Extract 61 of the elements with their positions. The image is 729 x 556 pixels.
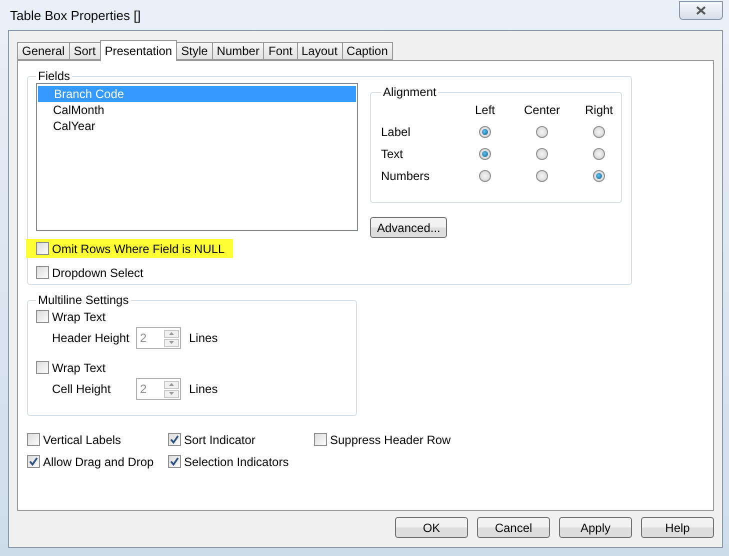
checkbox[interactable]	[27, 433, 40, 446]
checkbox-label: Dropdown Select	[52, 266, 144, 280]
list-item[interactable]: CalMonth	[38, 102, 356, 118]
checkbox-label: Allow Drag and Drop	[43, 454, 154, 468]
radio-button[interactable]	[479, 126, 491, 138]
close-icon	[696, 6, 706, 15]
unit-label: Lines	[189, 331, 218, 345]
fields-list[interactable]: Branch Code CalMonth CalYear	[36, 83, 358, 231]
radio-button[interactable]	[536, 126, 548, 138]
radio-button[interactable]	[479, 170, 491, 182]
column-label: Center	[522, 103, 562, 117]
tab[interactable]: Presentation	[100, 40, 178, 61]
row-label: Numbers	[381, 169, 431, 183]
window-title: Table Box Properties []	[10, 8, 141, 22]
checkbox[interactable]	[168, 455, 181, 468]
checkbox-label: Wrap Text	[52, 360, 106, 374]
unit-label: Lines	[189, 382, 218, 396]
dialog-button[interactable]: Apply	[559, 517, 632, 538]
tab[interactable]: Style	[176, 42, 213, 60]
row-label: Text	[381, 147, 404, 161]
up-arrow-icon	[169, 383, 174, 386]
checkbox[interactable]	[314, 433, 327, 446]
group-title: Multiline Settings	[37, 293, 130, 307]
checkbox-label: Suppress Header Row	[330, 432, 451, 446]
tab[interactable]: Layout	[296, 42, 343, 60]
down-arrow-icon	[169, 392, 174, 395]
radio-button[interactable]	[593, 170, 605, 182]
checkbox-label: Sort Indicator	[184, 432, 256, 446]
radio-button[interactable]	[536, 148, 548, 160]
checkbox[interactable]	[27, 455, 40, 468]
field-label: Header Height	[52, 331, 128, 345]
checkbox-label: Wrap Text	[52, 310, 106, 324]
checkbox[interactable]	[36, 242, 49, 255]
column-label: Right	[584, 103, 614, 117]
checkbox-label: Selection Indicators	[184, 454, 289, 468]
dialog-button[interactable]: Help	[641, 517, 714, 538]
radio-button[interactable]	[593, 126, 605, 138]
row-label: Label	[381, 125, 412, 139]
checkbox[interactable]	[168, 433, 181, 446]
tab[interactable]: Number	[212, 42, 264, 60]
tab[interactable]: Caption	[342, 42, 393, 60]
radio-button[interactable]	[593, 148, 605, 160]
dialog-button[interactable]: OK	[395, 517, 468, 538]
tab[interactable]: General	[17, 42, 70, 60]
up-arrow-icon	[169, 332, 174, 335]
tab[interactable]: Font	[263, 42, 298, 60]
checkbox-label: Omit Rows Where Field is NULL	[52, 242, 225, 256]
radio-button[interactable]	[536, 170, 548, 182]
close-button[interactable]	[679, 1, 723, 20]
column-label: Left	[474, 103, 496, 117]
field-label: Cell Height	[52, 382, 112, 396]
group-title: Alignment	[382, 85, 438, 99]
tab[interactable]: Sort	[68, 42, 101, 60]
list-item[interactable]: CalYear	[38, 118, 356, 134]
checkbox-label: Vertical Labels	[43, 432, 122, 446]
down-arrow-icon	[169, 341, 174, 344]
dialog-button[interactable]: Cancel	[477, 517, 550, 538]
radio-button[interactable]	[479, 148, 491, 160]
checkbox[interactable]	[36, 266, 49, 279]
group-title: Fields	[37, 69, 72, 83]
advanced-button[interactable]: Advanced...	[370, 217, 448, 238]
